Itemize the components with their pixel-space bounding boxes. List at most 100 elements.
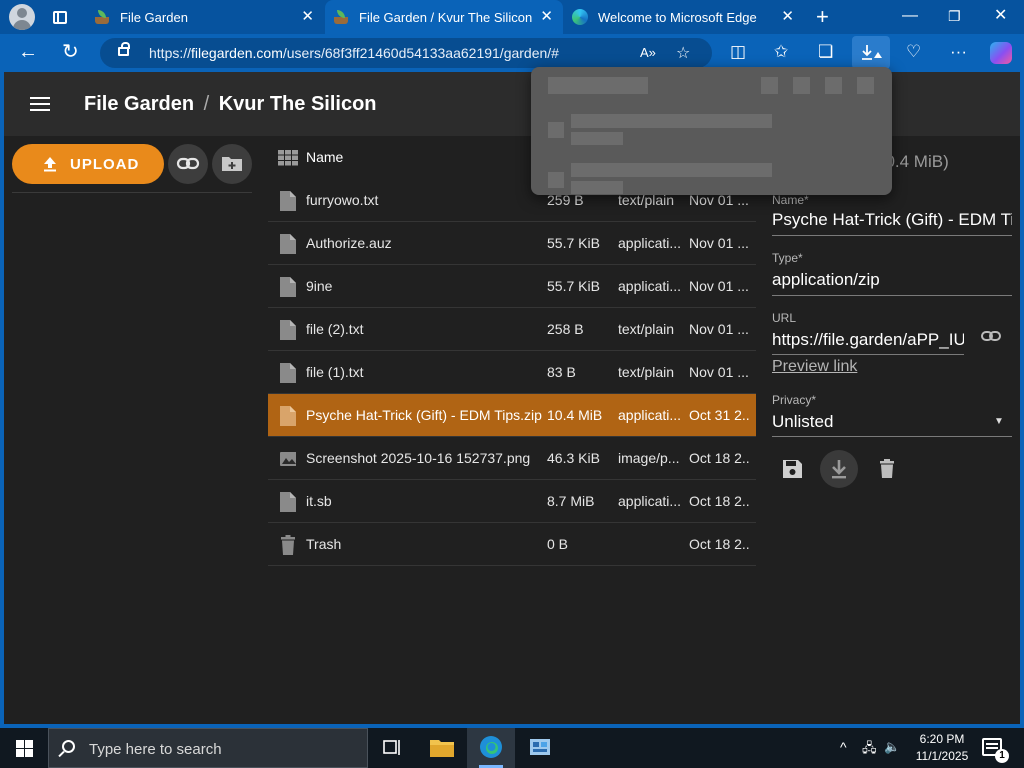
file-size: 55.7 KiB [547, 278, 600, 294]
edge-icon [480, 736, 502, 758]
new-tab-icon[interactable]: + [816, 6, 829, 28]
file-date: Oct 18 2... [689, 450, 751, 466]
save-button[interactable] [773, 450, 811, 488]
split-screen-icon[interactable]: ◫ [730, 42, 746, 62]
favorite-star-icon[interactable]: ☆ [676, 43, 690, 63]
url-scheme: https:// [149, 45, 192, 61]
control-panel-button[interactable] [516, 728, 564, 768]
close-tab-icon[interactable]: ✕ [781, 9, 794, 25]
file-size: 8.7 MiB [547, 493, 595, 509]
windows-taskbar: Type here to search ^ 🖧 🔈 6:20 PM 11/1/2… [0, 728, 1024, 768]
tab-file-garden[interactable]: File Garden ✕ [86, 0, 324, 34]
flyout-action-placeholder [793, 77, 810, 94]
collections-icon[interactable]: ❏ [818, 42, 833, 62]
preview-link[interactable]: Preview link [772, 358, 857, 376]
file-name: it.sb [306, 493, 332, 509]
read-aloud-icon[interactable]: A» [640, 45, 656, 60]
file-date: Nov 01 ... [689, 321, 749, 337]
close-tab-icon[interactable]: ✕ [540, 9, 553, 25]
url-field-underline [772, 354, 964, 355]
url-text[interactable]: https://filegarden.com/users/68f3ff21460… [149, 45, 559, 61]
url-field-input[interactable]: https://file.garden/aPP_IUY [772, 330, 964, 350]
file-size: 83 B [547, 364, 576, 380]
trash-icon [281, 535, 295, 555]
name-field-input[interactable]: Psyche Hat-Trick (Gift) - EDM Tips [772, 210, 1012, 230]
file-row-selected[interactable]: Psyche Hat-Trick (Gift) - EDM Tips.zip 1… [268, 394, 756, 437]
file-type: applicati... [618, 407, 682, 423]
file-garden-favicon-icon [333, 9, 349, 25]
delete-button[interactable] [868, 450, 906, 488]
menu-icon[interactable] [30, 97, 50, 111]
breadcrumb: File Garden / Kvur The Silicon [84, 93, 377, 116]
dropdown-arrow-icon[interactable]: ▼ [994, 416, 1004, 427]
file-row[interactable]: Trash 0 B Oct 18 2... [268, 523, 756, 566]
windows-start-icon[interactable] [16, 740, 33, 757]
task-view-button[interactable] [368, 728, 416, 768]
file-row[interactable]: it.sb 8.7 MiB applicati... Oct 18 2... [268, 480, 756, 523]
copilot-icon[interactable] [990, 42, 1012, 64]
back-icon[interactable]: ← [18, 41, 38, 63]
add-link-button[interactable] [168, 144, 208, 184]
taskbar-clock[interactable]: 6:20 PM 11/1/2025 [906, 731, 978, 765]
name-column-header[interactable]: Name [306, 149, 343, 165]
type-field-input[interactable]: application/zip [772, 270, 1012, 290]
minimize-icon[interactable]: — [902, 6, 918, 26]
grid-view-icon[interactable] [278, 150, 298, 166]
close-window-icon[interactable]: ✕ [994, 6, 1007, 26]
copy-link-icon[interactable] [980, 328, 1004, 344]
taskbar-search-box[interactable]: Type here to search [48, 728, 368, 768]
file-name: Authorize.auz [306, 235, 392, 251]
restore-icon[interactable]: ❐ [948, 6, 961, 26]
settings-more-icon[interactable]: ··· [950, 42, 967, 62]
file-explorer-button[interactable] [418, 728, 466, 768]
flyout-title-placeholder [548, 77, 648, 94]
tab-title: File Garden [120, 9, 188, 25]
browser-essentials-icon[interactable]: ♡ [906, 42, 921, 62]
file-size: 10.4 MiB [547, 407, 603, 423]
file-name: file (1).txt [306, 364, 364, 380]
tab-file-garden-folder[interactable]: File Garden / Kvur The Silicon ✕ [325, 0, 563, 34]
new-folder-icon [222, 157, 242, 171]
show-hidden-icons-icon[interactable]: ^ [840, 739, 847, 755]
favorites-icon[interactable]: ✩ [774, 42, 788, 62]
breadcrumb-root[interactable]: File Garden [84, 93, 194, 115]
file-type: applicati... [618, 493, 682, 509]
file-size: 55.7 KiB [547, 235, 600, 251]
file-size: 0 B [547, 536, 569, 552]
volume-icon[interactable]: 🔈 [884, 739, 900, 755]
lock-icon[interactable] [118, 42, 130, 56]
search-icon [62, 740, 75, 753]
upload-button[interactable]: UPLOAD [12, 144, 164, 184]
edge-taskbar-button[interactable] [467, 728, 515, 768]
file-row[interactable]: 9ine 55.7 KiB applicati... Nov 01 ... [268, 265, 756, 308]
tab-welcome-edge[interactable]: Welcome to Microsoft Edge ✕ [564, 0, 804, 34]
clock-date: 11/1/2025 [915, 749, 969, 763]
download-item-icon-placeholder [548, 172, 564, 188]
control-panel-icon [530, 739, 550, 755]
address-bar[interactable]: https://filegarden.com/users/68f3ff21460… [100, 38, 712, 68]
file-size: 46.3 KiB [547, 450, 600, 466]
tab-title: File Garden / Kvur The Silicon [359, 9, 533, 25]
downloads-button[interactable] [852, 36, 890, 69]
file-date: Nov 01 ... [689, 278, 749, 294]
file-row[interactable]: Authorize.auz 55.7 KiB applicati... Nov … [268, 222, 756, 265]
file-row[interactable]: Screenshot 2025-10-16 152737.png 46.3 Ki… [268, 437, 756, 480]
network-icon[interactable]: 🖧 [862, 739, 877, 761]
type-field-label: Type* [772, 251, 803, 265]
file-row[interactable]: file (1).txt 83 B text/plain Nov 01 ... [268, 351, 756, 394]
task-view-icon [383, 740, 400, 755]
close-tab-icon[interactable]: ✕ [301, 9, 314, 25]
privacy-select[interactable]: Unlisted [772, 412, 972, 432]
profile-avatar[interactable] [9, 4, 35, 30]
new-folder-button[interactable] [212, 144, 252, 184]
file-row[interactable]: file (2).txt 258 B text/plain Nov 01 ... [268, 308, 756, 351]
download-item-name-placeholder [571, 114, 772, 128]
tab-title: Welcome to Microsoft Edge [598, 9, 757, 25]
refresh-icon[interactable]: ↻ [62, 41, 79, 63]
type-field-underline [772, 295, 1012, 296]
link-icon [176, 157, 200, 170]
download-button[interactable] [820, 450, 858, 488]
flyout-action-placeholder [825, 77, 842, 94]
tab-actions-icon[interactable] [53, 10, 67, 24]
image-icon [280, 452, 296, 466]
